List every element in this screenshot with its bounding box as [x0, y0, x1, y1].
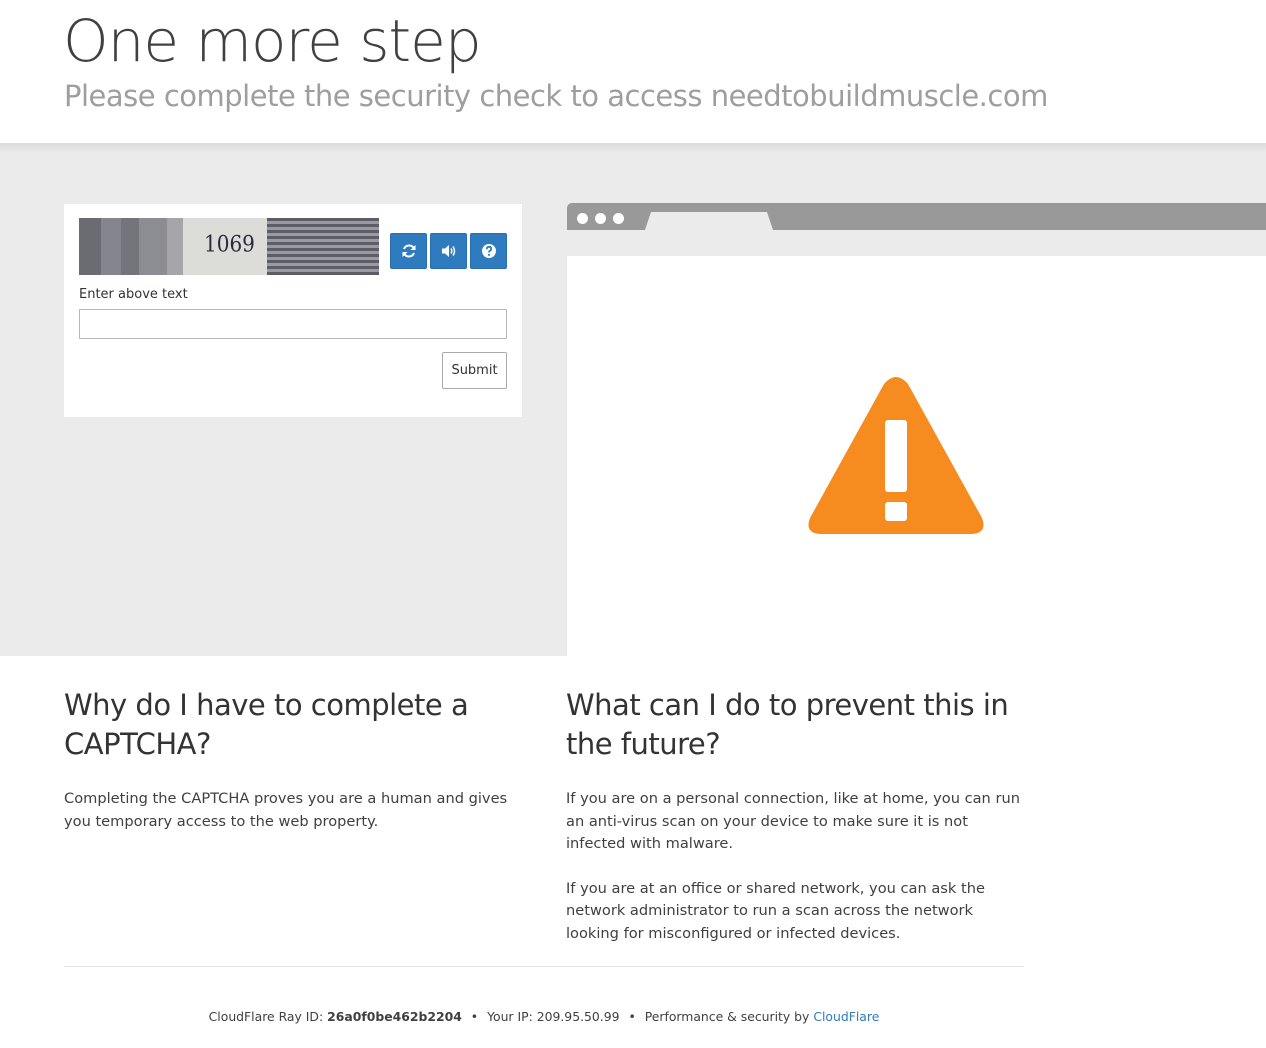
captcha-text: 1069 — [204, 230, 255, 258]
performance-label: Performance & security by — [644, 1009, 810, 1024]
help-captcha-button[interactable] — [470, 233, 507, 269]
ip-label: Your IP: — [487, 1009, 533, 1024]
cloudflare-link[interactable]: CloudFlare — [813, 1009, 879, 1024]
audio-captcha-button[interactable] — [430, 233, 467, 269]
reload-captcha-button[interactable] — [390, 233, 427, 269]
browser-dot — [613, 213, 624, 224]
footer-separator: • — [628, 1009, 636, 1024]
ray-id-label: CloudFlare Ray ID: — [208, 1009, 324, 1024]
browser-illustration-tab — [645, 212, 773, 230]
footer: CloudFlare Ray ID: 26a0f0be462b2204 • Yo… — [64, 1009, 1024, 1025]
why-heading: Why do I have to complete a CAPTCHA? — [64, 688, 469, 761]
prevent-heading: What can I do to prevent this in the fut… — [566, 688, 1009, 761]
why-section: Why do I have to complete a CAPTCHA? Com… — [64, 686, 524, 855]
page-subtitle: Please complete the security check to ac… — [64, 79, 1048, 113]
refresh-icon — [402, 244, 415, 258]
ip-value: 209.95.50.99 — [536, 1009, 620, 1024]
browser-illustration-toolbar — [567, 230, 1266, 256]
page-title: One more step — [63, 7, 482, 75]
browser-dot — [577, 213, 588, 224]
captcha-input[interactable] — [79, 309, 507, 339]
browser-illustration-body — [567, 256, 1266, 656]
header: One more step Please complete the securi… — [0, 0, 1266, 143]
why-body: Completing the CAPTCHA proves you are a … — [64, 790, 508, 830]
speaker-icon — [441, 245, 455, 257]
submit-button[interactable]: Submit — [442, 352, 507, 389]
prevent-paragraph-2: If you are at an office or shared networ… — [566, 879, 985, 942]
browser-dot — [595, 213, 606, 224]
question-icon — [481, 244, 496, 258]
footer-separator: • — [470, 1009, 479, 1024]
captcha-input-label: Enter above text — [79, 287, 188, 302]
captcha-card: 1069 Enter above text Submit — [64, 204, 522, 417]
footer-divider — [64, 966, 1024, 967]
warning-triangle-icon — [808, 377, 984, 534]
prevent-section: What can I do to prevent this in the fut… — [566, 686, 1026, 967]
ray-id-value: 26a0f0be462b2204 — [327, 1009, 462, 1024]
captcha-image: 1069 — [79, 218, 379, 275]
prevent-paragraph-1: If you are on a personal connection, lik… — [566, 790, 1020, 852]
